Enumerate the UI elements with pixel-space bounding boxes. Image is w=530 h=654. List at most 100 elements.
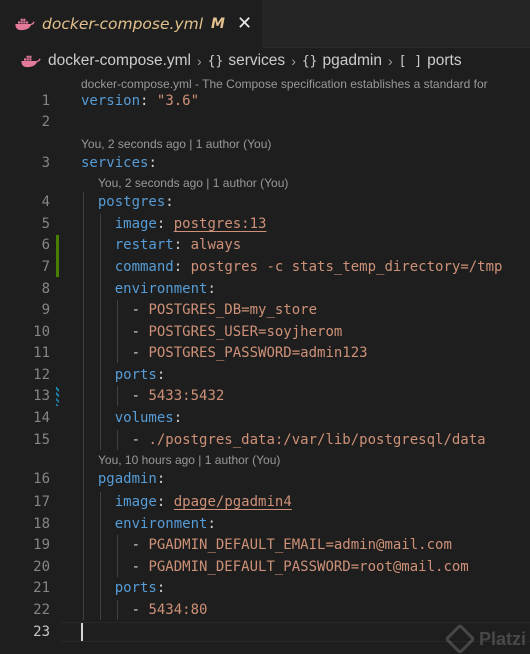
code-line[interactable]: 16 pgadmin: bbox=[0, 469, 530, 489]
code-text: image: dpage/pgadmin4 bbox=[81, 492, 292, 512]
yaml-list-item: - POSTGRES_DB=my_store bbox=[131, 302, 318, 318]
line-number: 10 bbox=[33, 324, 50, 340]
line-number: 11 bbox=[33, 345, 50, 361]
codelens-blame[interactable]: You, 2 seconds ago | 1 author (You) bbox=[98, 175, 530, 191]
code-line[interactable]: 4 postgres: bbox=[0, 192, 530, 212]
yaml-list-item: - PGADMIN_DEFAULT_PASSWORD=root@mail.com bbox=[131, 559, 469, 575]
tab-label: docker-compose.yml bbox=[42, 15, 204, 33]
colon: : bbox=[207, 281, 216, 297]
code-text: pgadmin: bbox=[81, 469, 165, 489]
code-text: image: postgres:13 bbox=[81, 214, 267, 234]
code-text: restart: always bbox=[81, 235, 241, 255]
platzi-logo-icon bbox=[444, 623, 476, 654]
text-cursor bbox=[81, 623, 83, 641]
code-line[interactable]: 7 command: postgres -c stats_temp_direct… bbox=[0, 257, 530, 277]
code-line[interactable]: 20 - PGADMIN_DEFAULT_PASSWORD=root@mail.… bbox=[0, 557, 530, 577]
yaml-key: postgres bbox=[97, 194, 166, 210]
code-line[interactable]: 10 - POSTGRES_USER=soyjherom bbox=[0, 322, 530, 342]
modified-badge: M bbox=[211, 16, 225, 32]
code-editor[interactable]: docker-compose.yml - The Compose specifi… bbox=[0, 74, 530, 654]
platzi-watermark: Platzi bbox=[444, 623, 526, 654]
line-number: 9 bbox=[41, 302, 50, 318]
code-text: services: bbox=[81, 153, 157, 173]
code-text: ports: bbox=[81, 578, 166, 598]
line-number: 12 bbox=[33, 367, 50, 383]
yaml-list-item: - 5434:80 bbox=[131, 602, 208, 618]
breadcrumb-services[interactable]: services bbox=[228, 52, 285, 70]
code-line[interactable]: 12 ports: bbox=[0, 365, 530, 385]
colon: : bbox=[173, 410, 183, 426]
yaml-list-item: - PGADMIN_DEFAULT_EMAIL=admin@mail.com bbox=[131, 537, 452, 553]
yaml-key: volumes bbox=[114, 410, 174, 426]
code-line[interactable]: 11 - POSTGRES_PASSWORD=admin123 bbox=[0, 343, 530, 363]
code-text: command: postgres -c stats_temp_director… bbox=[81, 257, 503, 277]
yaml-key: ports bbox=[114, 580, 157, 596]
code-line[interactable]: 2 bbox=[0, 112, 530, 132]
code-line[interactable]: 1 version: "3.6" bbox=[0, 91, 530, 111]
yaml-value: "3.6" bbox=[156, 93, 200, 109]
yaml-key: environment bbox=[114, 281, 208, 297]
docker-icon bbox=[15, 18, 35, 31]
code-line[interactable]: 6 restart: always bbox=[0, 235, 530, 255]
breadcrumb-pgadmin[interactable]: pgadmin bbox=[323, 52, 382, 70]
code-line[interactable]: 17 image: dpage/pgadmin4 bbox=[0, 492, 530, 512]
code-line[interactable]: 13 - 5433:5432 bbox=[0, 386, 530, 406]
code-line[interactable]: 21 ports: bbox=[0, 578, 530, 598]
yaml-value: dpage/pgadmin4 bbox=[173, 494, 292, 510]
line-number: 20 bbox=[33, 559, 50, 575]
code-line[interactable]: 22 - 5434:80 bbox=[0, 600, 530, 620]
code-line[interactable]: 3 services: bbox=[0, 153, 530, 173]
code-line[interactable]: 18 environment: bbox=[0, 514, 530, 534]
codelens-blame[interactable]: You, 2 seconds ago | 1 author (You) bbox=[81, 136, 530, 152]
yaml-key: image bbox=[114, 216, 157, 232]
docker-icon bbox=[21, 55, 41, 68]
code-line[interactable]: 14 volumes: bbox=[0, 408, 530, 428]
code-line[interactable]: 15 - ./postgres_data:/var/lib/postgresql… bbox=[0, 430, 530, 450]
code-text: environment: bbox=[81, 514, 216, 534]
chevron-right-icon: › bbox=[387, 53, 393, 69]
colon: : bbox=[207, 516, 216, 532]
yaml-value: postgres -c stats_temp_directory=/tmp bbox=[190, 259, 503, 275]
yaml-list-item: - POSTGRES_PASSWORD=admin123 bbox=[131, 345, 368, 361]
yaml-list-item: - POSTGRES_USER=soyjherom bbox=[131, 324, 343, 340]
yaml-key: pgadmin bbox=[97, 471, 157, 487]
close-icon[interactable]: ✕ bbox=[237, 15, 252, 33]
codelens-blame[interactable]: You, 10 hours ago | 1 author (You) bbox=[98, 452, 530, 468]
code-text: volumes: bbox=[81, 408, 182, 428]
code-line[interactable]: 9 - POSTGRES_DB=my_store bbox=[0, 300, 530, 320]
breadcrumb-ports[interactable]: ports bbox=[427, 52, 461, 70]
tab-docker-compose[interactable]: docker-compose.yml M ✕ bbox=[0, 0, 262, 48]
colon: : bbox=[148, 155, 157, 171]
line-number: 3 bbox=[41, 155, 50, 171]
yaml-key: version bbox=[81, 93, 141, 109]
breadcrumb-file[interactable]: docker-compose.yml bbox=[48, 52, 191, 70]
line-number: 15 bbox=[33, 432, 50, 448]
code-text: - PGADMIN_DEFAULT_EMAIL=admin@mail.com bbox=[81, 535, 452, 555]
code-line[interactable]: 5 image: postgres:13 bbox=[0, 214, 530, 234]
yaml-key: services bbox=[81, 155, 149, 171]
colon: : bbox=[165, 194, 174, 210]
array-symbol-icon: [ ] bbox=[398, 53, 423, 69]
yaml-key: restart bbox=[114, 237, 174, 253]
line-number: 18 bbox=[33, 516, 50, 532]
line-number: 7 bbox=[41, 259, 50, 275]
line-number: 19 bbox=[33, 537, 50, 553]
code-line[interactable]: 8 environment: bbox=[0, 279, 530, 299]
yaml-list-item: - 5433:5432 bbox=[131, 388, 225, 404]
yaml-key: command bbox=[114, 259, 174, 275]
schema-hint[interactable]: docker-compose.yml - The Compose specifi… bbox=[81, 76, 530, 92]
object-symbol-icon: {} bbox=[207, 53, 224, 69]
line-number: 6 bbox=[41, 237, 50, 253]
line-number: 21 bbox=[33, 580, 50, 596]
code-line[interactable]: 19 - PGADMIN_DEFAULT_EMAIL=admin@mail.co… bbox=[0, 535, 530, 555]
watermark-text: Platzi bbox=[478, 628, 526, 649]
